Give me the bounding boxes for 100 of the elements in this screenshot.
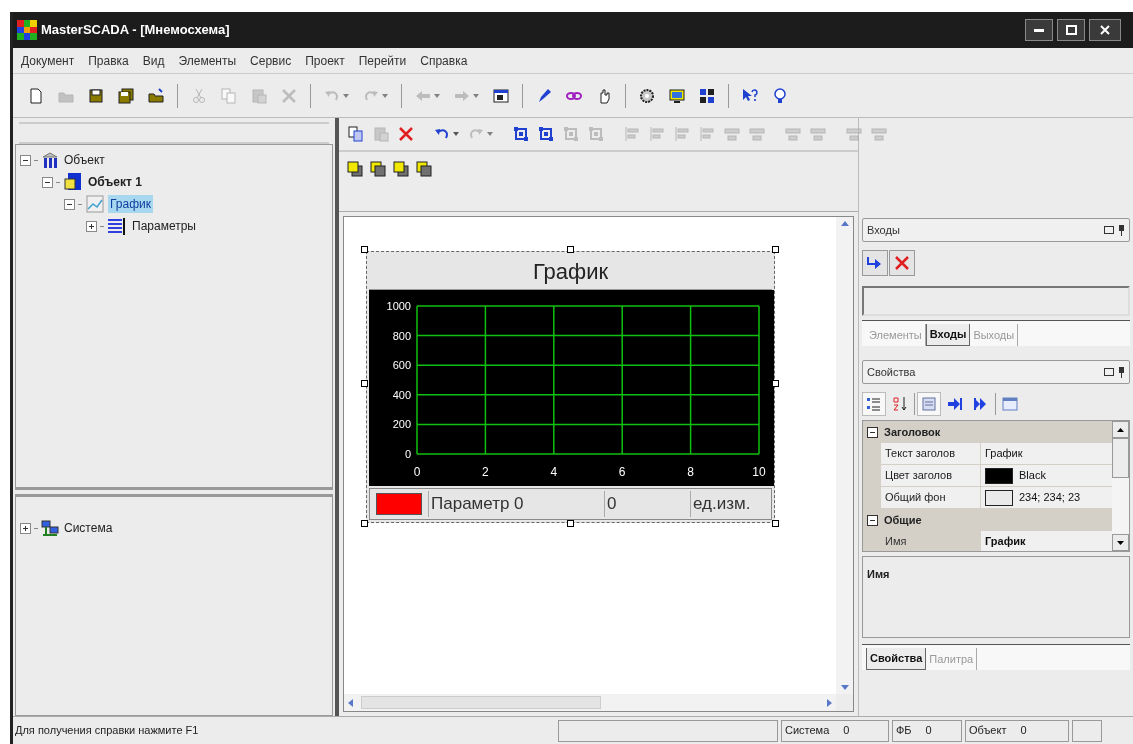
caret-icon <box>382 93 388 98</box>
selection-handle[interactable] <box>567 246 574 253</box>
axis-label: 800 <box>392 329 411 342</box>
tree-item[interactable]: Система <box>62 519 115 537</box>
selection-handle[interactable] <box>361 246 368 253</box>
close-button[interactable] <box>1089 19 1121 41</box>
category-label: Общие <box>884 512 922 528</box>
caret-icon <box>343 93 349 98</box>
gear-icon <box>639 87 655 104</box>
expand-icon[interactable] <box>20 522 31 534</box>
tree-item[interactable]: Параметры <box>130 217 198 235</box>
file-icon <box>28 87 44 104</box>
selection-handle[interactable] <box>567 520 574 527</box>
tree-item[interactable]: Объект 1 <box>86 173 144 191</box>
menu-item[interactable]: Правка <box>88 51 129 70</box>
scroll-down-icon <box>1117 540 1124 545</box>
menu-item[interactable]: Элементы <box>178 51 237 70</box>
selection-handle[interactable] <box>772 380 779 387</box>
menu-item[interactable]: Вид <box>142 51 165 70</box>
maximize-button[interactable] <box>1057 19 1085 41</box>
axis-label: 4 <box>550 465 558 479</box>
float-icon[interactable] <box>1104 226 1114 234</box>
frame-icon <box>513 126 529 142</box>
input-field[interactable] <box>862 286 1130 316</box>
tree-item[interactable]: Объект <box>62 151 107 169</box>
panel-title: Свойства <box>867 364 916 380</box>
menu-item[interactable]: Перейти <box>358 51 407 70</box>
scroll-thumb[interactable] <box>361 696 601 709</box>
collapse-icon[interactable] <box>867 514 878 526</box>
pen-icon <box>536 87 552 104</box>
axis-label: 1000 <box>386 300 411 312</box>
bulb-icon <box>772 87 788 104</box>
axis-label: 2 <box>482 465 489 479</box>
tab[interactable]: Входы <box>925 324 971 346</box>
double-arrow-icon <box>973 396 989 412</box>
float-icon[interactable] <box>1104 368 1114 376</box>
parameters-icon <box>107 216 127 236</box>
menu-item[interactable]: Документ <box>21 51 75 70</box>
clipboard-icon <box>373 126 389 142</box>
scissors-icon <box>191 87 207 104</box>
tree-item[interactable]: График <box>108 195 153 213</box>
description-title: Имя <box>867 568 890 580</box>
event-arrow-icon <box>947 396 963 412</box>
panel-grip[interactable] <box>19 122 329 144</box>
menu-item[interactable]: Справка <box>420 51 468 70</box>
horizontal-scrollbar[interactable] <box>344 694 836 711</box>
caret-icon <box>473 93 479 98</box>
property-name[interactable]: Общий фон <box>881 487 981 509</box>
property-value[interactable]: Black <box>1019 467 1046 484</box>
chart-widget[interactable]: График 0 2 4 6 8 10 0 200 400 600 800 1000 Параметр 0 0 ед.изм. <box>366 251 775 523</box>
collapse-icon[interactable] <box>867 426 878 438</box>
category-label: Заголовок <box>884 424 941 440</box>
status-label: Объект <box>969 723 1007 739</box>
copy-icon <box>348 126 364 142</box>
help-icon <box>742 87 758 104</box>
panel-title: Входы <box>867 222 900 238</box>
selection-handle[interactable] <box>361 520 368 527</box>
expand-icon[interactable] <box>86 220 97 232</box>
property-pages-icon <box>921 396 937 412</box>
series-unit: ед.изм. <box>690 491 771 517</box>
selection-handle[interactable] <box>772 246 779 253</box>
caret-icon <box>434 93 440 98</box>
spacing-icon <box>785 126 801 142</box>
caret-icon <box>453 132 459 136</box>
frame-icon <box>563 126 579 142</box>
status-label: Система <box>785 723 830 739</box>
collapse-icon[interactable] <box>42 176 53 188</box>
pin-icon[interactable] <box>1118 366 1125 378</box>
delete-button[interactable] <box>889 250 915 276</box>
align-icon <box>674 126 690 142</box>
close-icon <box>1100 25 1110 35</box>
window-title: MasterSCADA - [Мнемосхема] <box>41 21 230 40</box>
app-logo-icon <box>17 20 37 40</box>
property-name[interactable]: Текст заголов <box>881 443 981 465</box>
add-input-button[interactable] <box>862 250 888 276</box>
selection-handle[interactable] <box>772 520 779 527</box>
axis-label: 0 <box>413 465 421 479</box>
property-name[interactable]: Цвет заголов <box>881 465 981 487</box>
vertical-scrollbar[interactable] <box>836 217 853 694</box>
pin-icon[interactable] <box>1118 224 1125 236</box>
floppies-icon <box>118 87 134 104</box>
categorized-icon <box>866 396 882 412</box>
cross-icon <box>894 255 910 271</box>
spacing-icon <box>724 126 740 142</box>
tab[interactable]: Свойства <box>866 648 927 670</box>
menu-item[interactable]: Сервис <box>250 51 292 70</box>
collapse-icon[interactable] <box>20 154 31 166</box>
object-icon <box>63 172 83 192</box>
minimize-button[interactable] <box>1025 19 1053 41</box>
scroll-thumb[interactable] <box>1112 438 1129 478</box>
folder-icon <box>148 87 164 104</box>
vertical-scrollbar[interactable] <box>1112 421 1129 551</box>
selection-handle[interactable] <box>361 380 368 387</box>
status-label: ФБ <box>896 723 912 739</box>
collapse-icon[interactable] <box>64 198 75 210</box>
status-value: 0 <box>1020 723 1027 739</box>
window-icon <box>493 87 509 104</box>
menu-item[interactable]: Проект <box>305 51 345 70</box>
align-icon <box>649 126 665 142</box>
layers-icon <box>347 161 363 177</box>
